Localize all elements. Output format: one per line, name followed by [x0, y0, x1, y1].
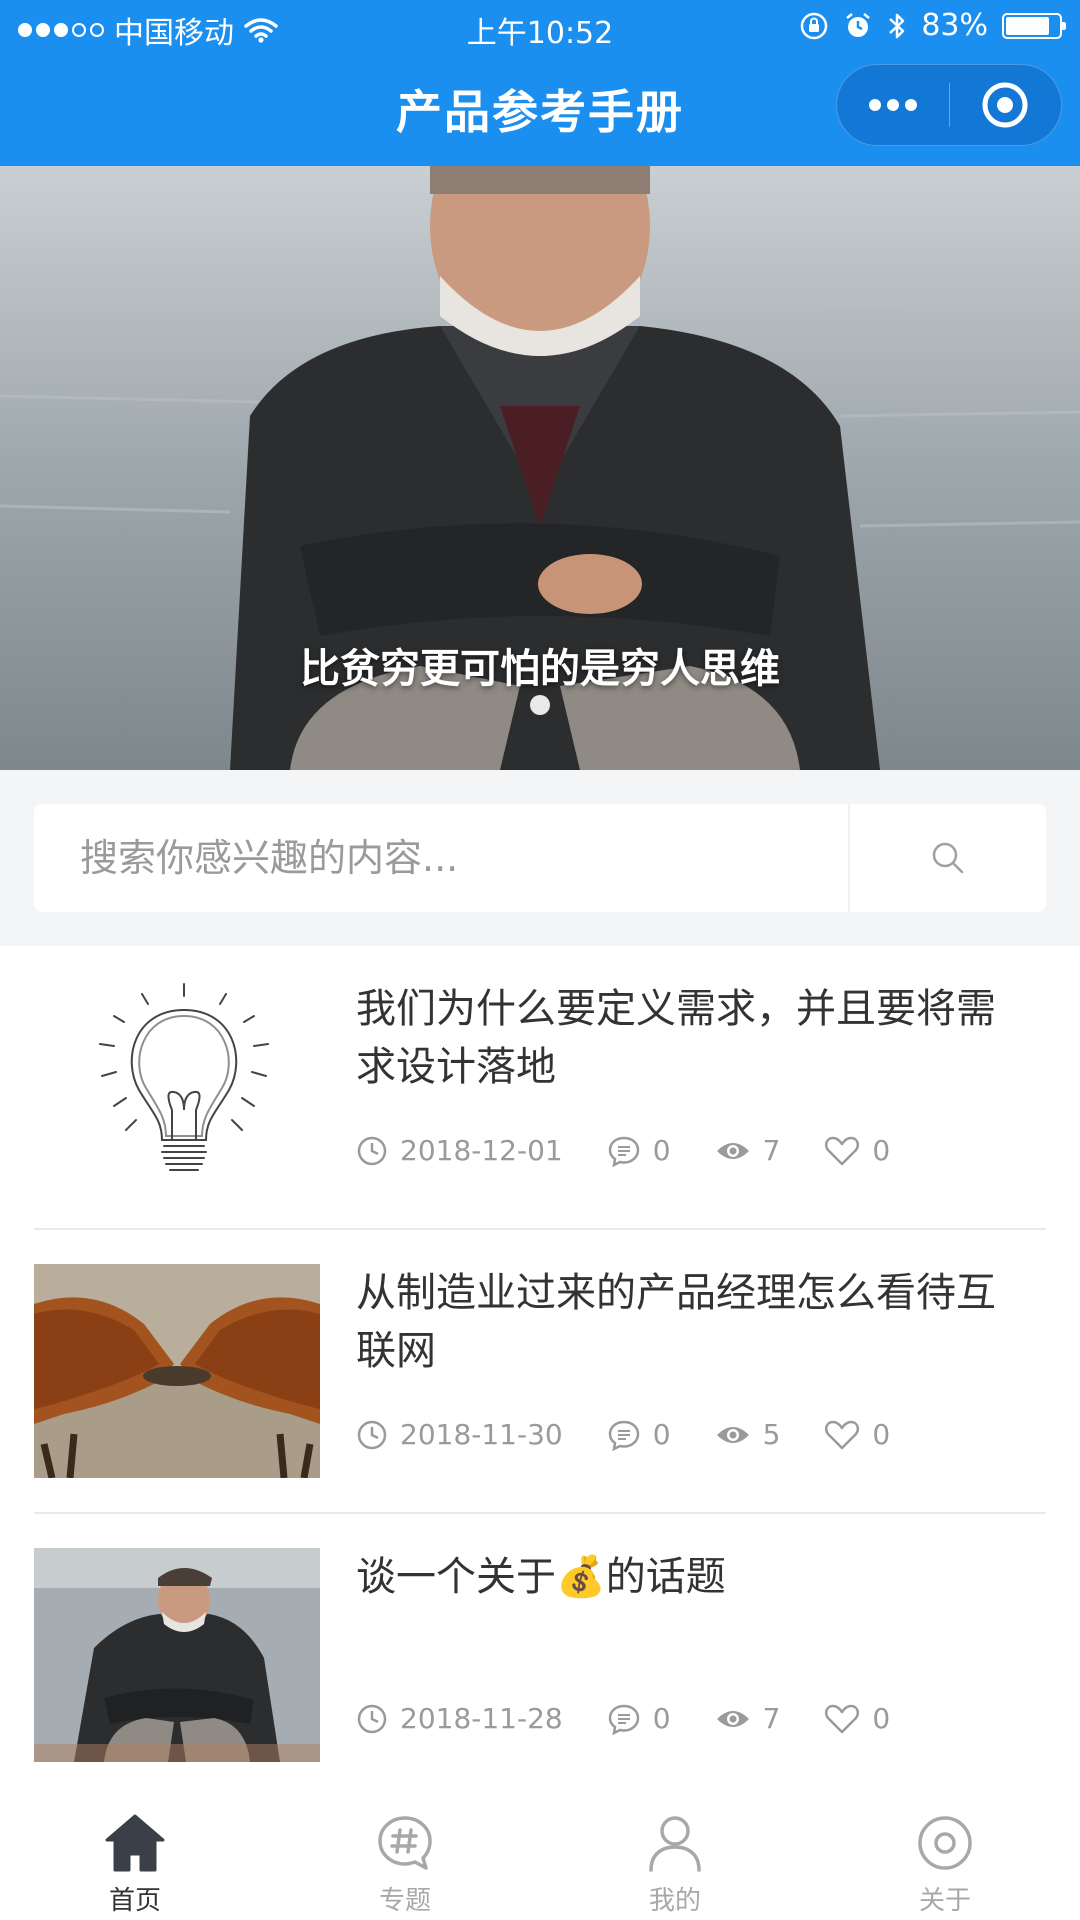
- meta-comments: 0: [607, 1418, 671, 1451]
- eye-icon: [716, 1710, 749, 1727]
- old-man-sitting-image: [34, 1548, 320, 1762]
- date-text: 2018-11-30: [400, 1418, 563, 1451]
- heart-icon: [825, 1704, 860, 1733]
- meta-comments: 0: [607, 1134, 671, 1167]
- heart-icon: [825, 1420, 860, 1449]
- close-miniprogram-button[interactable]: [950, 65, 1062, 145]
- view-count: 5: [762, 1418, 781, 1451]
- article-meta: 2018-11-30 0 5 0: [356, 1418, 890, 1451]
- comment-icon: [608, 1420, 639, 1451]
- eye-icon: [716, 1426, 749, 1443]
- more-dots-icon: [868, 99, 917, 111]
- banner-caption: 比贫穷更可怕的是穷人思维: [300, 646, 780, 692]
- tab-about[interactable]: 关于: [810, 1764, 1080, 1920]
- view-count: 7: [762, 1702, 781, 1735]
- article-title[interactable]: 我们为什么要定义需求，并且要将需求设计落地: [356, 980, 1016, 1096]
- banner-dot-active[interactable]: [530, 695, 550, 715]
- search-box: [34, 804, 1046, 912]
- search-input[interactable]: [34, 804, 848, 912]
- meta-date: 2018-11-28: [356, 1702, 563, 1735]
- article-thumbnail: [34, 1548, 320, 1762]
- about-circle-icon: [918, 1816, 972, 1870]
- battery-level-fill: [1006, 16, 1050, 35]
- alarm-clock-icon: [846, 12, 871, 37]
- meta-date: 2018-11-30: [356, 1418, 563, 1451]
- heart-icon: [825, 1136, 860, 1165]
- comment-count: 0: [652, 1418, 671, 1451]
- nav-bar: 产品参考手册: [0, 54, 1080, 166]
- search-section: [0, 770, 1080, 946]
- search-button[interactable]: [848, 804, 1046, 912]
- banner-carousel[interactable]: 比贫穷更可怕的是穷人思维: [0, 166, 1080, 770]
- bluetooth-icon: [889, 13, 905, 38]
- comment-icon: [608, 1136, 639, 1167]
- meta-views: 5: [715, 1418, 781, 1451]
- tab-label: 我的: [648, 1886, 701, 1916]
- banner-indicator: [0, 695, 1080, 715]
- date-text: 2018-12-01: [400, 1134, 563, 1167]
- bottom-tab-bar: 首页 专题 我的 关于: [0, 1764, 1080, 1920]
- user-icon: [649, 1816, 701, 1872]
- comment-icon: [608, 1704, 639, 1735]
- target-circle-icon: [982, 82, 1028, 128]
- tab-mine[interactable]: 我的: [540, 1764, 810, 1920]
- meta-likes[interactable]: 0: [824, 1134, 890, 1167]
- article-meta: 2018-11-28 0 7 0: [356, 1702, 890, 1735]
- more-button[interactable]: [837, 65, 949, 145]
- status-right: 83%: [799, 8, 1066, 43]
- topic-hash-icon: [378, 1816, 432, 1870]
- orientation-lock-icon: [801, 12, 828, 39]
- clock-icon: [357, 1704, 387, 1733]
- top-bar: 中国移动 上午10:52 83% 产品参考手册: [0, 0, 1080, 166]
- meta-comments: 0: [607, 1702, 671, 1735]
- like-count: 0: [872, 1702, 891, 1735]
- goats-head-butting-image: [34, 1264, 320, 1478]
- like-count: 0: [872, 1134, 891, 1167]
- article-thumbnail: [34, 1264, 320, 1478]
- clock-icon: [357, 1136, 387, 1165]
- tab-home[interactable]: 首页: [0, 1764, 270, 1920]
- search-icon: [932, 842, 964, 874]
- battery-icon: [1002, 12, 1066, 39]
- article-item[interactable]: 谈一个关于💰的话题 2018-11-28 0 7 0: [34, 1514, 1046, 1798]
- comment-count: 0: [652, 1134, 671, 1167]
- tab-label: 关于: [918, 1886, 971, 1916]
- battery-percent: 83%: [921, 8, 988, 43]
- mini-program-capsule: [836, 64, 1062, 146]
- clock-icon: [357, 1420, 387, 1449]
- tab-label: 首页: [108, 1886, 161, 1916]
- eye-icon: [716, 1142, 749, 1159]
- article-item[interactable]: 从制造业过来的产品经理怎么看待互联网 2018-11-30 0 5 0: [34, 1230, 1046, 1514]
- date-text: 2018-11-28: [400, 1702, 563, 1735]
- like-count: 0: [872, 1418, 891, 1451]
- meta-likes[interactable]: 0: [824, 1418, 890, 1451]
- tab-topics[interactable]: 专题: [270, 1764, 540, 1920]
- meta-views: 7: [715, 1134, 781, 1167]
- article-meta: 2018-12-01 0 7 0: [356, 1134, 890, 1167]
- tab-label: 专题: [378, 1886, 431, 1916]
- home-icon: [105, 1814, 165, 1872]
- view-count: 7: [762, 1134, 781, 1167]
- meta-likes[interactable]: 0: [824, 1702, 890, 1735]
- article-thumbnail: [34, 980, 320, 1194]
- article-item[interactable]: 我们为什么要定义需求，并且要将需求设计落地 2018-12-01 0 7 0: [34, 946, 1046, 1230]
- meta-date: 2018-12-01: [356, 1134, 563, 1167]
- meta-views: 7: [715, 1702, 781, 1735]
- status-bar: 中国移动 上午10:52 83%: [0, 0, 1080, 54]
- comment-count: 0: [652, 1702, 671, 1735]
- article-title[interactable]: 从制造业过来的产品经理怎么看待互联网: [356, 1264, 1016, 1380]
- article-title[interactable]: 谈一个关于💰的话题: [356, 1548, 1016, 1606]
- lightbulb-sketch-image: [34, 980, 320, 1194]
- article-list: 我们为什么要定义需求，并且要将需求设计落地 2018-12-01 0 7 0 从…: [0, 946, 1080, 1764]
